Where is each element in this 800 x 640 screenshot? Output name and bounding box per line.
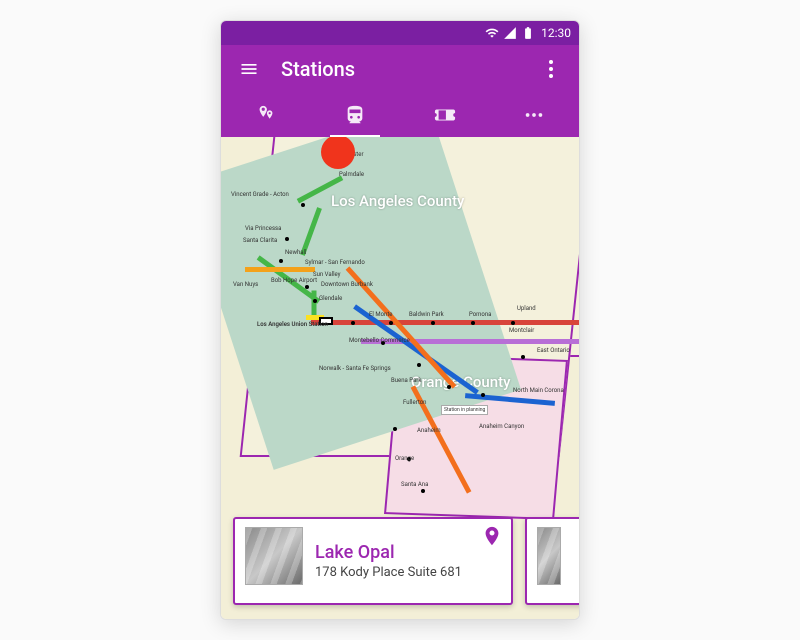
train-icon <box>344 104 366 126</box>
station-card-address: 178 Kody Place Suite 681 <box>315 565 462 580</box>
app-bar: Stations <box>221 45 579 137</box>
tab-nearby[interactable] <box>221 93 311 137</box>
station-label: Montebello Commerce <box>349 337 410 344</box>
transit-map[interactable]: Los Angeles County Orange County <box>221 137 579 619</box>
more-horiz-icon <box>523 104 545 126</box>
station-label: Sun Valley <box>313 271 341 278</box>
station-label: Upland <box>517 305 536 312</box>
station-dot[interactable] <box>301 203 305 207</box>
page-title: Stations <box>281 57 355 81</box>
station-label: Baldwin Park <box>409 311 444 318</box>
station-label: Station in planning <box>441 405 488 415</box>
station-label: Newhall <box>285 249 306 256</box>
station-label: Santa Clarita <box>243 237 277 244</box>
station-card-strip[interactable]: Lake Opal 178 Kody Place Suite 681 <box>233 517 579 609</box>
station-dot[interactable] <box>279 259 283 263</box>
station-label: Montclair <box>509 327 534 334</box>
station-label: El Monte <box>369 311 392 318</box>
station-card-next[interactable] <box>525 517 579 605</box>
station-label: Santa Ana <box>401 481 428 488</box>
battery-icon <box>521 26 535 40</box>
station-dot[interactable] <box>305 285 309 289</box>
location-pin-icon[interactable] <box>481 525 503 547</box>
station-label: Vincent Grade - Acton <box>231 191 289 198</box>
station-thumbnail <box>245 527 303 585</box>
station-label: East Ontario <box>537 347 570 354</box>
station-dot[interactable] <box>393 427 397 431</box>
tab-bar <box>221 93 579 137</box>
station-dot[interactable] <box>417 363 421 367</box>
cell-signal-icon <box>503 26 517 40</box>
station-label: Palmdale <box>339 171 364 178</box>
station-label: Fullerton <box>403 399 426 406</box>
station-dot[interactable] <box>351 321 355 325</box>
tab-stations[interactable] <box>311 93 401 137</box>
station-card[interactable]: Lake Opal 178 Kody Place Suite 681 <box>233 517 513 605</box>
tab-more[interactable] <box>490 93 580 137</box>
pin-double-icon <box>255 104 277 126</box>
tab-tickets[interactable] <box>400 93 490 137</box>
station-dot[interactable] <box>389 321 393 325</box>
station-label: Pomona <box>469 311 491 318</box>
station-label: Van Nuys <box>233 281 258 288</box>
station-label: Los Angeles Union Station <box>257 321 328 328</box>
station-dot[interactable] <box>481 393 485 397</box>
rail-line-yellow <box>245 267 315 272</box>
station-dot[interactable] <box>511 321 515 325</box>
station-label: Downtown Burbank <box>321 281 373 288</box>
overflow-icon <box>549 60 553 78</box>
station-label: Anaheim <box>417 427 441 434</box>
station-card-name: Lake Opal <box>315 542 462 563</box>
overflow-menu-button[interactable] <box>531 49 571 89</box>
android-status-bar: 12:30 <box>221 21 579 45</box>
statusbar-time: 12:30 <box>541 26 571 40</box>
station-label: Buena Park <box>391 377 421 384</box>
station-label: Sylmar - San Fernando <box>305 259 365 266</box>
station-dot[interactable] <box>521 355 525 359</box>
menu-button[interactable] <box>229 49 269 89</box>
station-label: Bob Hope Airport <box>271 277 317 284</box>
station-label: Orange <box>395 455 414 462</box>
station-dot[interactable] <box>421 489 425 493</box>
hamburger-icon <box>239 59 259 79</box>
station-dot[interactable] <box>471 321 475 325</box>
ticket-icon <box>434 104 456 126</box>
station-label: Glendale <box>319 295 342 302</box>
station-label: Norwalk - Santa Fe Springs <box>319 365 391 372</box>
station-label: Anaheim Canyon <box>479 423 524 430</box>
station-label: North Main Corona <box>513 387 564 394</box>
device-frame: 12:30 Stations <box>220 20 580 620</box>
station-label: Via Princessa <box>245 225 281 232</box>
station-dot[interactable] <box>431 321 435 325</box>
wifi-icon <box>485 26 499 40</box>
label-la-county: Los Angeles County <box>331 192 464 210</box>
station-dot[interactable] <box>447 385 451 389</box>
station-dot[interactable] <box>285 237 289 241</box>
station-thumbnail <box>537 527 561 585</box>
station-dot[interactable] <box>313 299 317 303</box>
